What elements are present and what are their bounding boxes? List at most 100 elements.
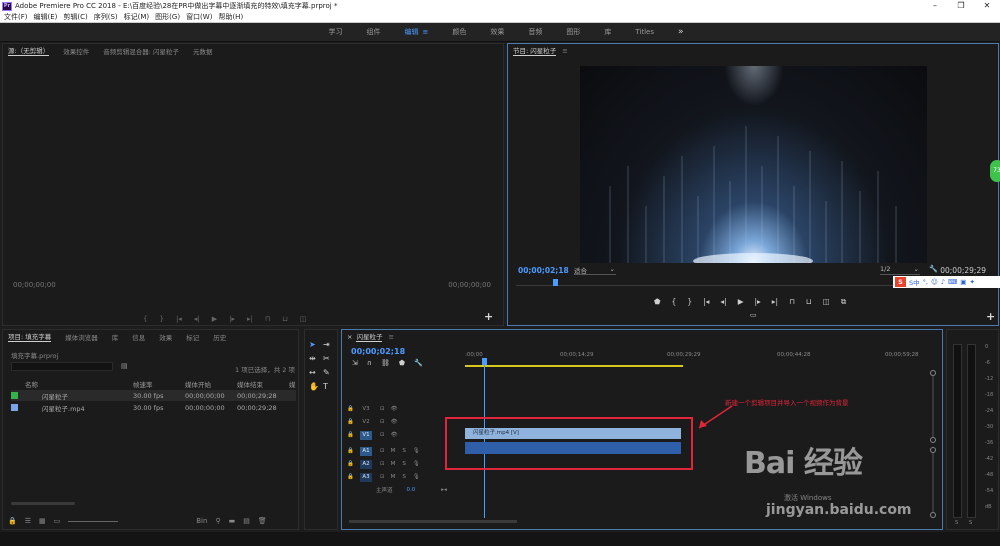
mark-out-icon[interactable]: }: [687, 297, 692, 307]
sync-lock-icon[interactable]: ⊡: [380, 419, 385, 425]
mark-in-icon[interactable]: {: [672, 297, 677, 307]
tab-effects[interactable]: 效果: [159, 332, 172, 342]
insert-icon[interactable]: ⊓: [265, 315, 270, 323]
ripple-edit-tool-icon[interactable]: ⇹: [309, 354, 316, 363]
punctuation-icon[interactable]: °,: [923, 278, 928, 286]
panel-menu-icon[interactable]: ≡: [562, 47, 567, 55]
solo-left-button[interactable]: S: [955, 520, 958, 526]
tab-libraries[interactable]: 库: [112, 332, 119, 342]
mute-button[interactable]: M: [391, 461, 396, 467]
program-timecode[interactable]: 00;00;02;18: [518, 266, 569, 275]
wrench-icon[interactable]: 🔧: [929, 265, 938, 273]
mark-in-icon[interactable]: {: [143, 315, 147, 323]
col-media[interactable]: 媒: [289, 379, 296, 389]
comparison-view-icon[interactable]: ⧉: [841, 297, 846, 307]
emoji-icon[interactable]: ☺: [931, 278, 938, 286]
add-marker-icon[interactable]: ⬟: [654, 297, 661, 307]
play-icon[interactable]: ▶: [212, 315, 217, 323]
track-select-tool-icon[interactable]: ⇥: [323, 340, 330, 349]
tab-audio-clip-mixer[interactable]: 音频剪辑混合器: 闪星粒子: [103, 46, 179, 56]
ime-toolbar[interactable]: S S中 °, ☺ ♪ ⌨ ▣ ✦: [893, 276, 1000, 288]
source-timecode-in[interactable]: 00;00;00;00: [13, 281, 56, 289]
mute-button[interactable]: M: [391, 474, 396, 480]
export-frame-icon[interactable]: ◫: [823, 297, 830, 307]
slip-tool-icon[interactable]: ↔: [309, 368, 316, 377]
ime-mode[interactable]: S中: [909, 277, 920, 287]
nest-icon[interactable]: ⇲: [352, 359, 358, 367]
tab-program[interactable]: 节目: 闪星粒子: [513, 45, 557, 56]
export-frame-icon[interactable]: ◫: [300, 315, 307, 323]
play-icon[interactable]: ▶: [738, 297, 744, 307]
icon-view-icon[interactable]: ▦: [39, 517, 46, 525]
project-hscroll[interactable]: [11, 502, 75, 505]
tab-media-browser[interactable]: 媒体浏览器: [65, 332, 98, 342]
add-button-icon[interactable]: +: [986, 310, 995, 323]
list-view-icon[interactable]: ☰: [25, 517, 31, 525]
solo-button[interactable]: S: [402, 448, 406, 454]
sync-lock-icon[interactable]: ⊡: [380, 432, 385, 438]
go-to-out-icon[interactable]: ▸|: [247, 315, 253, 323]
eye-icon[interactable]: 👁: [391, 406, 398, 412]
track-target[interactable]: V3: [360, 405, 372, 414]
lift-icon[interactable]: ⊓: [789, 297, 795, 307]
panel-menu-icon[interactable]: ≡: [388, 333, 393, 341]
col-media-start[interactable]: 媒体开始: [185, 379, 237, 389]
track-target[interactable]: A2: [360, 459, 372, 469]
workspace-editing[interactable]: 编辑: [404, 27, 418, 37]
type-tool-icon[interactable]: T: [323, 382, 328, 391]
lock-icon[interactable]: 🔒: [342, 432, 354, 438]
menu-graphics[interactable]: 图形(G): [155, 12, 180, 22]
lock-icon[interactable]: 🔒: [8, 517, 17, 525]
mic-icon[interactable]: 🎙: [413, 474, 420, 480]
menu-file[interactable]: 文件(F): [4, 12, 28, 22]
eye-icon[interactable]: 👁: [391, 419, 398, 425]
zoom-slider[interactable]: [68, 520, 119, 522]
master-volume-value[interactable]: 0.0: [407, 487, 416, 493]
menu-clip[interactable]: 剪辑(C): [63, 12, 87, 22]
mark-out-icon[interactable]: }: [159, 315, 163, 323]
workspace-learn[interactable]: 学习: [328, 27, 342, 37]
timeline-timecode[interactable]: 00;00;02;18: [351, 347, 405, 356]
tab-history[interactable]: 历史: [213, 332, 226, 342]
mic-icon[interactable]: ♪: [941, 278, 945, 286]
eye-icon[interactable]: 👁: [391, 432, 398, 438]
add-button-icon[interactable]: +: [484, 310, 493, 323]
program-playhead[interactable]: [553, 279, 558, 286]
add-marker-icon[interactable]: ⬟: [399, 359, 405, 367]
col-media-end[interactable]: 媒体结束: [237, 379, 289, 389]
sync-lock-icon[interactable]: ⊡: [380, 474, 385, 480]
lock-icon[interactable]: 🔒: [342, 474, 354, 480]
mute-button[interactable]: M: [391, 448, 396, 454]
col-name[interactable]: 名称: [11, 379, 133, 389]
track-target[interactable]: A1: [360, 446, 372, 456]
tab-effect-controls[interactable]: 效果控件: [63, 46, 89, 56]
tools-icon[interactable]: ✦: [969, 278, 974, 286]
mic-icon[interactable]: 🎙: [413, 448, 420, 454]
tab-project[interactable]: 项目: 填充字幕: [8, 331, 52, 342]
work-area-bar[interactable]: [465, 365, 683, 367]
menu-help[interactable]: 帮助(H): [218, 12, 243, 22]
timeline-hscroll[interactable]: [349, 520, 517, 523]
list-item[interactable]: 闪星粒子.mp4 30.00 fps 00;00;00;00 00;00;29;…: [11, 402, 296, 413]
track-target[interactable]: V1: [360, 430, 372, 440]
pen-tool-icon[interactable]: ✎: [323, 368, 330, 377]
zoom-select[interactable]: 适合 ⌄: [574, 265, 616, 275]
go-to-out-icon[interactable]: ▸|: [772, 297, 778, 307]
tab-markers[interactable]: 标记: [186, 332, 199, 342]
minimize-icon[interactable]: –: [922, 0, 948, 12]
more-workspaces-icon[interactable]: »: [678, 27, 684, 37]
solo-right-button[interactable]: S: [969, 520, 972, 526]
new-bin-icon[interactable]: ▤: [121, 362, 128, 370]
new-item-icon[interactable]: ▤: [243, 517, 250, 525]
menu-sequence[interactable]: 序列(S): [94, 12, 118, 22]
razor-tool-icon[interactable]: ✂: [323, 354, 330, 363]
solo-button[interactable]: S: [402, 461, 406, 467]
new-bin-icon[interactable]: ▬: [229, 517, 236, 525]
time-ruler[interactable]: :00;00 00;00;14;29 00;00;29;29 00;00;44;…: [465, 350, 937, 370]
overwrite-icon[interactable]: ⊔: [282, 315, 287, 323]
workspace-color[interactable]: 颜色: [452, 27, 466, 37]
safe-margins-icon[interactable]: ▭: [750, 311, 757, 319]
col-fps[interactable]: 帧速率: [133, 379, 185, 389]
settings-wrench-icon[interactable]: 🔧: [414, 359, 423, 367]
lock-icon[interactable]: 🔒: [342, 448, 354, 454]
